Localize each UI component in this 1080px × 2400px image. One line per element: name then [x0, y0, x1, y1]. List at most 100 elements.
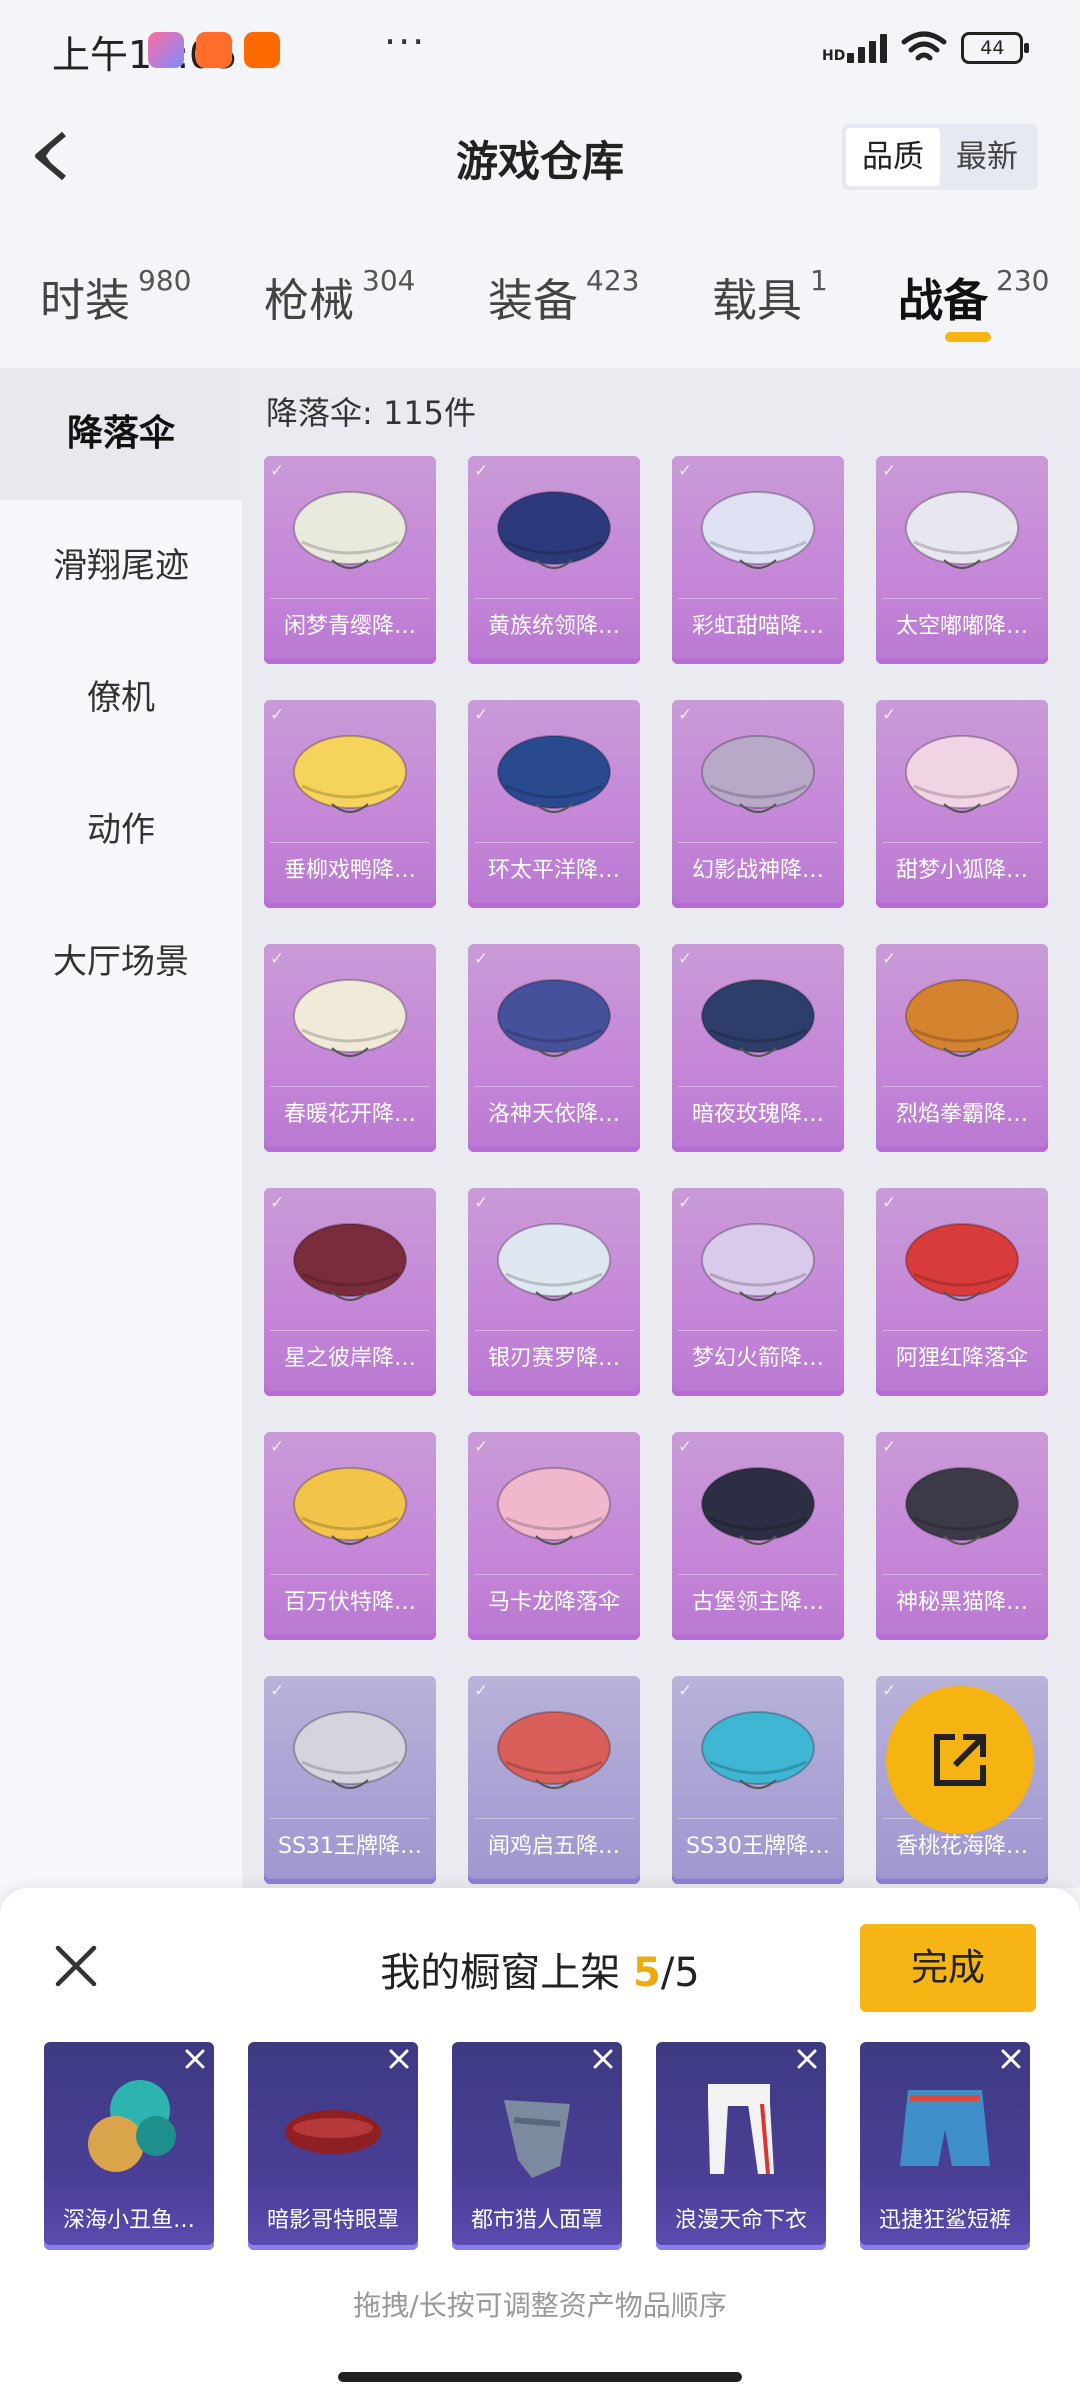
parachute-card[interactable]: ✓ 洛神天依降…: [468, 944, 640, 1152]
tab-guns[interactable]: 枪械 304: [264, 264, 415, 329]
parachute-card[interactable]: ✓ 梦幻火箭降…: [672, 1188, 844, 1396]
parachute-card[interactable]: ✓ 神秘黑猫降…: [876, 1432, 1048, 1640]
parachute-icon: [293, 1467, 407, 1545]
tab-label: 时装: [40, 274, 131, 327]
done-button[interactable]: 完成: [860, 1924, 1036, 2012]
check-icon: ✓: [270, 461, 285, 481]
card-divider: [474, 598, 634, 599]
tab-vehicles[interactable]: 载具 1: [712, 264, 828, 329]
parachute-card[interactable]: ✓ 古堡领主降…: [672, 1432, 844, 1640]
remove-item-icon[interactable]: [592, 2048, 614, 2070]
parachute-card[interactable]: ✓ 闲梦青缨降…: [264, 456, 436, 664]
parachute-card[interactable]: ✓ 幻影战神降…: [672, 700, 844, 908]
signal-icon: [847, 33, 888, 63]
card-divider: [678, 1818, 838, 1819]
tab-fashion[interactable]: 时装 980: [40, 264, 191, 329]
sort-quality-button[interactable]: 品质: [846, 128, 940, 186]
check-icon: ✓: [474, 705, 489, 725]
parachute-card[interactable]: ✓ 春暖花开降…: [264, 944, 436, 1152]
page-title: 游戏仓库: [455, 137, 624, 186]
remove-item-icon[interactable]: [184, 2048, 206, 2070]
parachute-name: 闻鸡启五降…: [487, 1834, 620, 1859]
remove-item-icon[interactable]: [1000, 2048, 1022, 2070]
parachute-card[interactable]: ✓ 暗夜玫瑰降…: [672, 944, 844, 1152]
showcase-item[interactable]: 深海小丑鱼…: [44, 2042, 214, 2250]
showcase-item[interactable]: 都市猎人面罩: [452, 2042, 622, 2250]
card-divider: [270, 1818, 430, 1819]
parachute-name: 黄族统领降…: [487, 614, 620, 639]
check-icon: ✓: [270, 1193, 285, 1213]
parachute-card[interactable]: ✓ 环太平洋降…: [468, 700, 640, 908]
showcase-item[interactable]: 迅捷狂鲨短裤: [860, 2042, 1030, 2250]
parachute-icon: [497, 1223, 611, 1301]
parachute-icon: [497, 1711, 611, 1789]
home-indicator[interactable]: [338, 2372, 742, 2382]
parachute-card[interactable]: ✓ 甜梦小狐降…: [876, 700, 1048, 908]
share-icon: [934, 1734, 986, 1786]
sidebar-item-wingman[interactable]: 僚机: [0, 632, 242, 764]
parachute-card[interactable]: ✓ 银刃赛罗降…: [468, 1188, 640, 1396]
card-divider: [678, 1086, 838, 1087]
parachute-card[interactable]: ✓ 闻鸡启五降…: [468, 1676, 640, 1884]
sidebar-item-emote[interactable]: 动作: [0, 764, 242, 896]
check-icon: ✓: [474, 1437, 489, 1457]
showcase-item-name: 浪漫天命下衣: [674, 2208, 807, 2233]
check-icon: ✓: [882, 1437, 897, 1457]
blindfold-icon: [285, 2110, 381, 2154]
parachute-icon: [293, 1223, 407, 1301]
check-icon: ✓: [678, 705, 693, 725]
parachute-icon: [701, 1223, 815, 1301]
back-arrow-icon[interactable]: [24, 126, 84, 186]
parachute-card[interactable]: ✓ 黄族统领降…: [468, 456, 640, 664]
check-icon: ✓: [882, 1681, 897, 1701]
card-divider: [882, 842, 1042, 843]
parachute-card[interactable]: ✓ 彩虹甜喵降…: [672, 456, 844, 664]
tab-equipment[interactable]: 装备 423: [488, 264, 639, 329]
parachute-card[interactable]: ✓ 烈焰拳霸降…: [876, 944, 1048, 1152]
card-divider: [882, 1086, 1042, 1087]
parachute-name: 神秘黑猫降…: [895, 1590, 1028, 1615]
check-icon: ✓: [270, 705, 285, 725]
sidebar-item-glide-trail[interactable]: 滑翔尾迹: [0, 500, 242, 632]
parachute-icon: [701, 979, 815, 1057]
parachute-card[interactable]: ✓ 太空嘟嘟降…: [876, 456, 1048, 664]
parachute-card[interactable]: ✓ 垂柳戏鸭降…: [264, 700, 436, 908]
tab-label: 枪械: [264, 274, 355, 327]
parachute-card[interactable]: ✓ 马卡龙降落伞: [468, 1432, 640, 1640]
check-icon: ✓: [678, 461, 693, 481]
sort-newest-button[interactable]: 最新: [940, 128, 1034, 186]
parachute-name: 银刃赛罗降…: [487, 1346, 620, 1371]
card-divider: [474, 1574, 634, 1575]
tab-count: 423: [586, 264, 640, 297]
tab-label: 装备: [488, 274, 579, 327]
parachute-name: 太空嘟嘟降…: [895, 614, 1028, 639]
card-divider: [270, 1330, 430, 1331]
showcase-item[interactable]: 暗影哥特眼罩: [248, 2042, 418, 2250]
parachute-card[interactable]: ✓ SS31王牌降…: [264, 1676, 436, 1884]
tab-tactical[interactable]: 战备 230: [898, 264, 1049, 329]
sidebar-item-lobby-scene[interactable]: 大厅场景: [0, 896, 242, 1028]
pants-icon: [708, 2084, 774, 2175]
card-divider: [270, 598, 430, 599]
tab-label: 战备: [898, 274, 989, 327]
card-divider: [678, 1574, 838, 1575]
showcase-item[interactable]: 浪漫天命下衣: [656, 2042, 826, 2250]
card-divider: [270, 1574, 430, 1575]
parachute-card[interactable]: ✓ SS30王牌降…: [672, 1676, 844, 1884]
parachute-card[interactable]: ✓ 阿狸红降落伞: [876, 1188, 1048, 1396]
parachute-icon: [701, 1467, 815, 1545]
sidebar-item-parachute[interactable]: 降落伞: [0, 368, 242, 500]
parachute-name: 星之彼岸降…: [283, 1346, 416, 1371]
showcase-total-count: 5: [674, 1950, 700, 1996]
parachute-icon: [497, 491, 611, 569]
mask-icon: [504, 2100, 570, 2178]
parachute-name: 彩虹甜喵降…: [691, 614, 824, 639]
share-button[interactable]: [886, 1686, 1034, 1834]
card-divider: [678, 842, 838, 843]
parachute-card[interactable]: ✓ 百万伏特降…: [264, 1432, 436, 1640]
showcase-separator: /: [660, 1950, 675, 1996]
remove-item-icon[interactable]: [796, 2048, 818, 2070]
remove-item-icon[interactable]: [388, 2048, 410, 2070]
parachute-icon: [497, 735, 611, 813]
parachute-card[interactable]: ✓ 星之彼岸降…: [264, 1188, 436, 1396]
